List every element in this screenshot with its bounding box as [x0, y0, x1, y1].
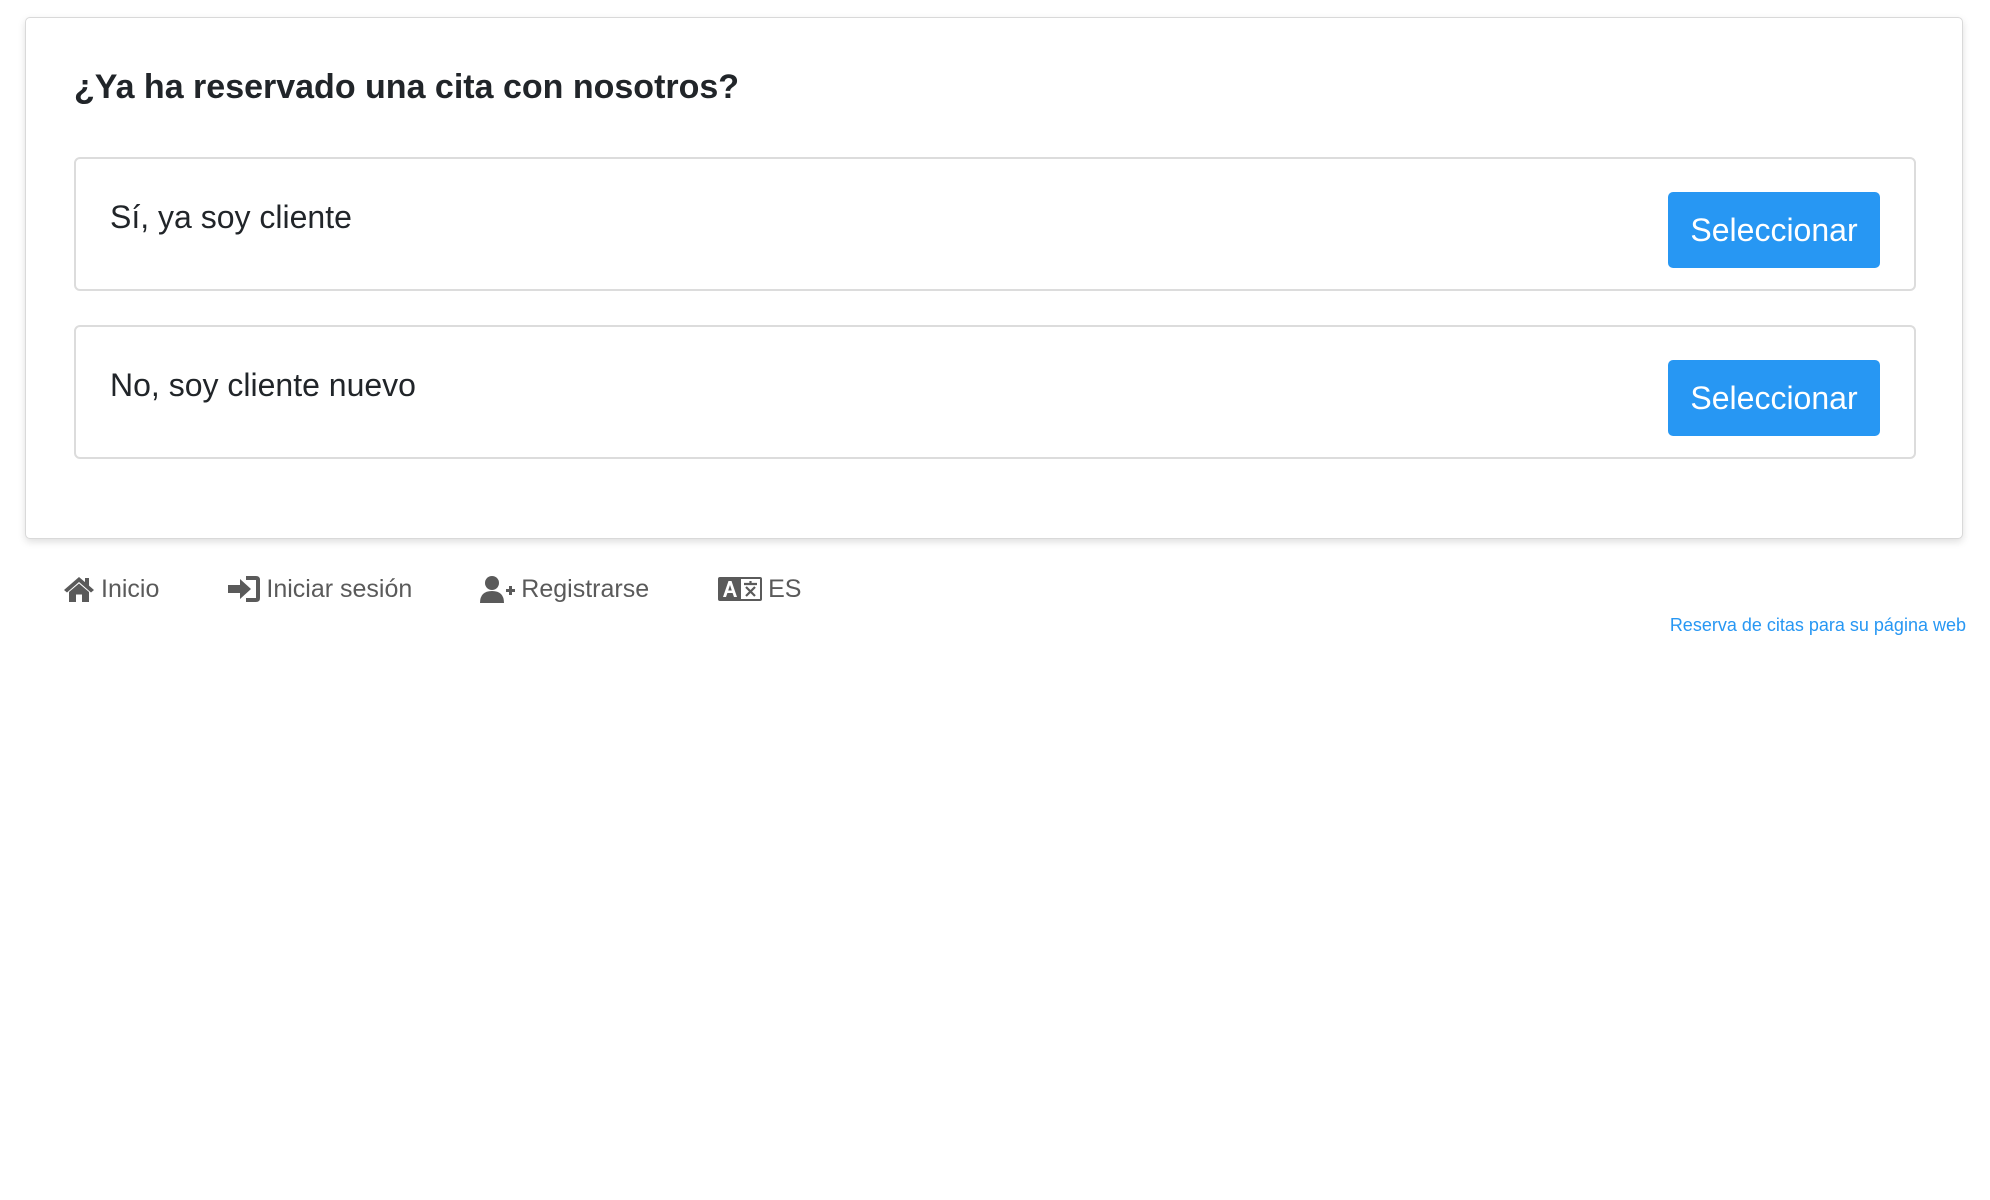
customer-type-card: ¿Ya ha reservado una cita con nosotros? … — [25, 17, 1963, 539]
nav-link-language-label: ES — [768, 574, 802, 603]
nav-link-inicio[interactable]: Inicio — [62, 574, 159, 604]
nav-link-language[interactable]: ES — [717, 575, 801, 604]
credit-link[interactable]: Reserva de citas para su página web — [1670, 615, 1966, 636]
language-icon — [718, 577, 763, 601]
question-heading: ¿Ya ha reservado una cita con nosotros? — [74, 68, 740, 106]
page: ¿Ya ha reservado una cita con nosotros? … — [0, 0, 1990, 1200]
nav-link-registrarse[interactable]: Registrarse — [480, 574, 649, 604]
home-icon — [64, 577, 94, 602]
select-existing-customer-button[interactable]: Seleccionar — [1668, 192, 1880, 268]
option-new-customer: No, soy cliente nuevo Seleccionar — [74, 325, 1916, 459]
option-new-customer-label: No, soy cliente nuevo — [110, 367, 416, 403]
nav-link-iniciar-sesion[interactable]: Iniciar sesión — [227, 574, 412, 604]
select-new-customer-button[interactable]: Seleccionar — [1668, 360, 1880, 436]
sign-in-icon — [228, 576, 261, 602]
option-existing-customer-label: Sí, ya soy cliente — [110, 199, 352, 235]
footer-nav: Inicio Iniciar sesión Registrarse ES — [62, 569, 869, 609]
nav-link-registrarse-label: Registrarse — [521, 574, 650, 603]
user-plus-icon — [480, 576, 516, 603]
nav-link-iniciar-sesion-label: Iniciar sesión — [266, 574, 413, 603]
option-existing-customer: Sí, ya soy cliente Seleccionar — [74, 157, 1916, 291]
nav-link-inicio-label: Inicio — [101, 574, 160, 603]
